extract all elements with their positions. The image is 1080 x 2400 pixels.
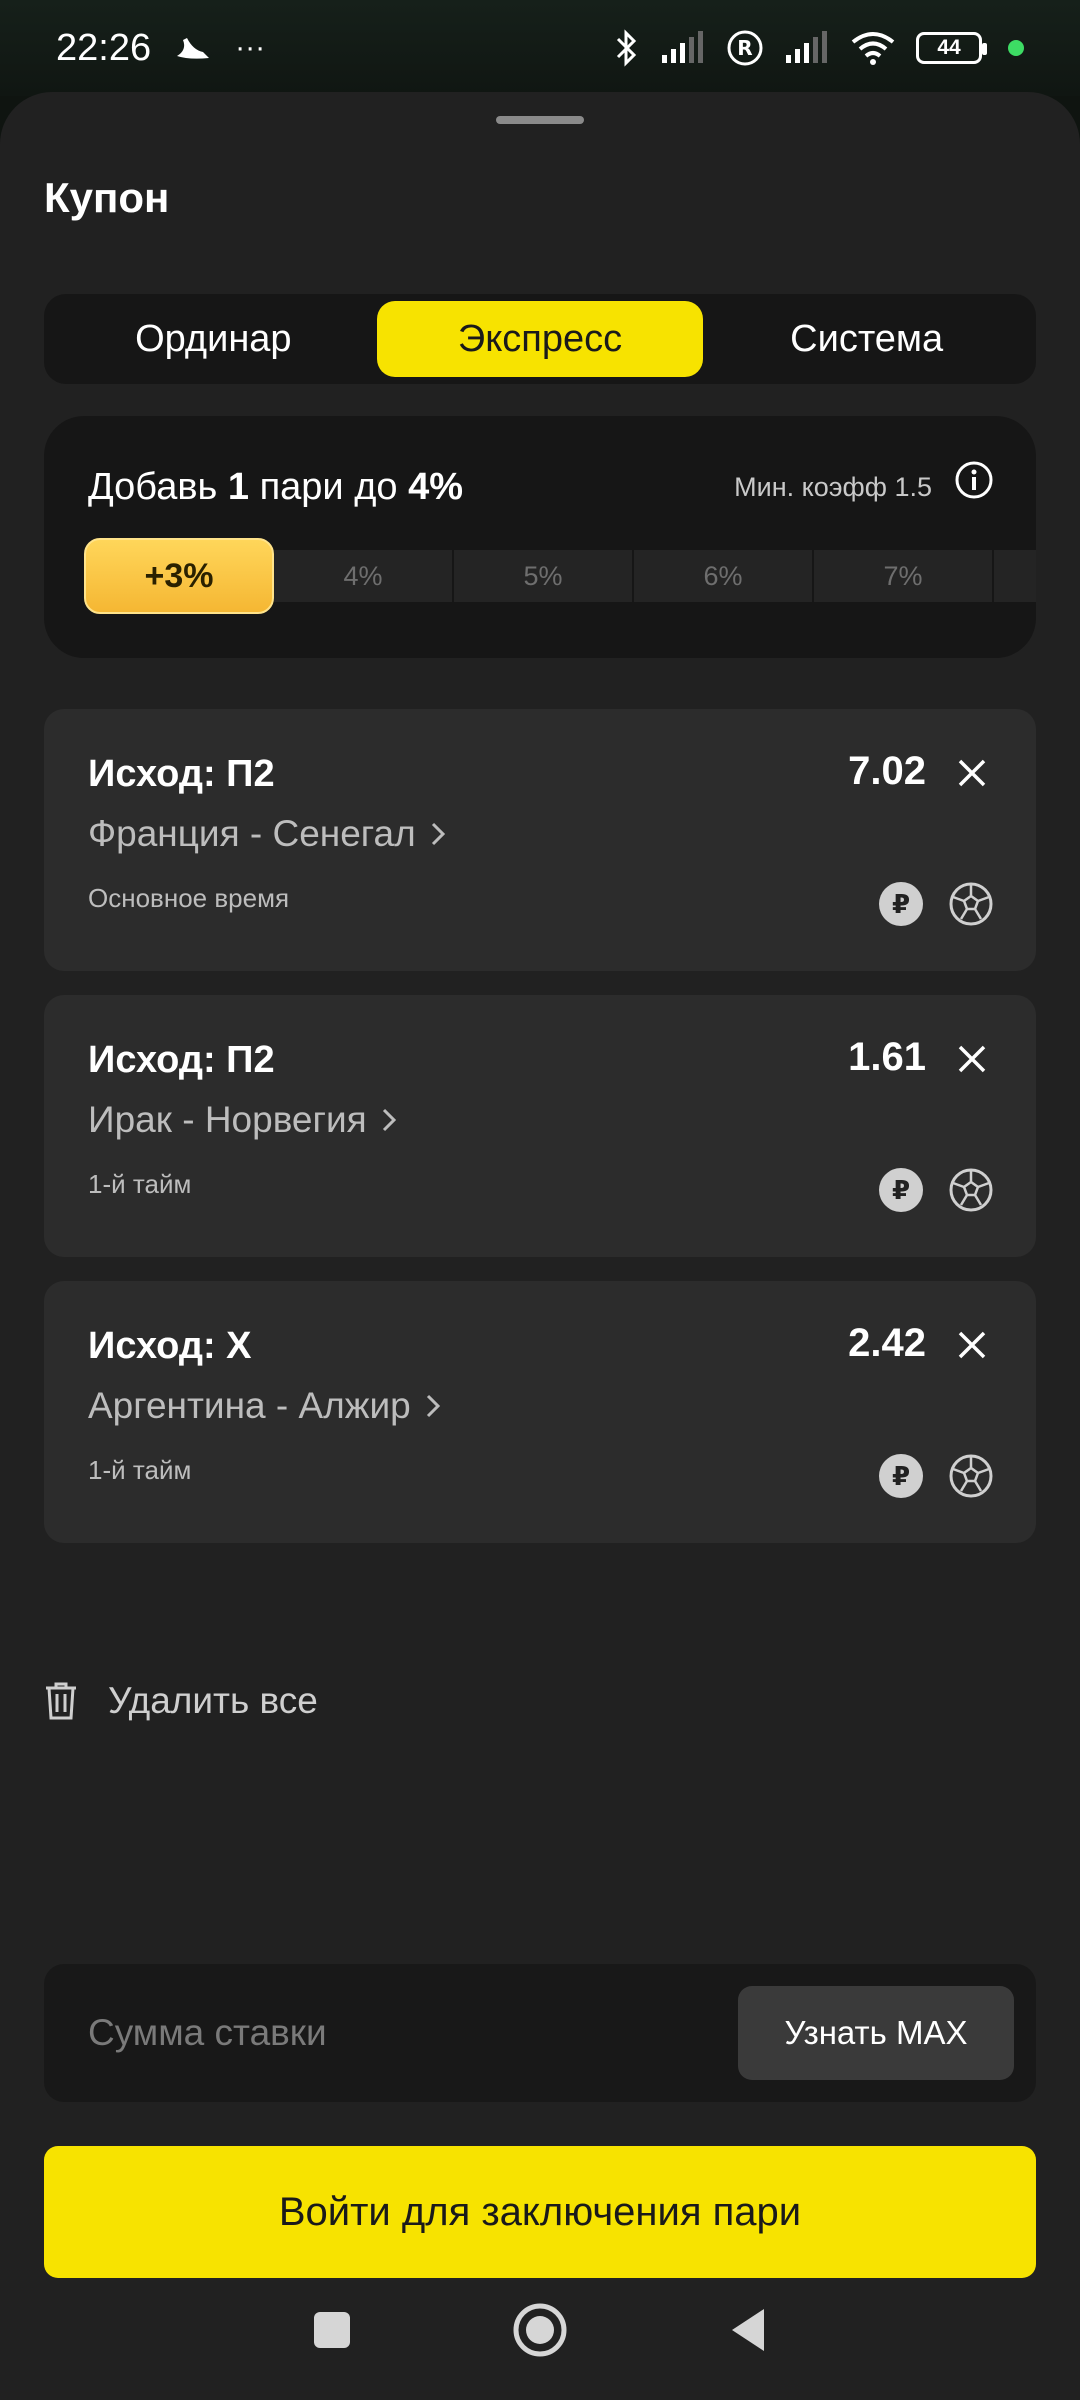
svg-text:₽: ₽ (892, 1176, 910, 1206)
back-icon[interactable] (728, 2306, 768, 2354)
trash-icon (46, 1682, 76, 1720)
bonus-title: Добавь 1 пари до 4% (88, 466, 463, 508)
bet-outcome: Исход: П2 (88, 1039, 275, 1081)
bonus-level: 6% (634, 550, 814, 602)
svg-text:R: R (737, 36, 752, 60)
ruble-icon: ₽ (879, 882, 923, 926)
bet-card: Исход: П2 Ирак - Норвегия 1-й тайм 1.61 … (44, 995, 1036, 1257)
close-icon[interactable] (956, 1329, 988, 1361)
bonus-level: 4% (274, 550, 454, 602)
bet-match-link[interactable]: Франция - Сенегал (88, 813, 446, 855)
status-bar: 22:26 ··· R 44 (0, 0, 1080, 96)
ruble-icon: ₽ (879, 1168, 923, 1212)
chevron-right-icon (431, 822, 445, 846)
chevron-right-icon (426, 1394, 440, 1418)
svg-text:₽: ₽ (892, 1462, 910, 1492)
football-icon (949, 1168, 993, 1212)
battery-icon: 44 (916, 32, 987, 64)
bluetooth-icon (616, 29, 637, 67)
match-name: Аргентина - Алжир (88, 1385, 411, 1426)
match-name: Ирак - Норвегия (88, 1099, 367, 1140)
bet-odds: 7.02 (848, 749, 926, 793)
football-icon (949, 882, 993, 926)
info-icon[interactable] (954, 460, 994, 500)
drag-handle[interactable] (496, 116, 584, 124)
more-notifications-icon: ··· (235, 31, 266, 64)
privacy-indicator-dot (1008, 40, 1024, 56)
delete-all-button[interactable]: Удалить все (44, 1680, 318, 1722)
current-bonus-badge: +3% (84, 538, 274, 614)
login-to-bet-button[interactable]: Войти для заключения пари (44, 2146, 1036, 2278)
bet-outcome: Исход: X (88, 1325, 252, 1367)
min-coef-label: Мин. коэфф 1.5 (734, 472, 932, 502)
tab-system[interactable]: Система (703, 301, 1030, 377)
bet-period: 1-й тайм (88, 1455, 192, 1485)
clock: 22:26 (56, 26, 152, 69)
stake-panel: Узнать MAX (44, 1964, 1036, 2102)
roaming-icon: R (727, 30, 763, 66)
bet-outcome: Исход: П2 (88, 753, 275, 795)
get-max-button[interactable]: Узнать MAX (738, 1986, 1014, 2080)
bet-odds: 1.61 (848, 1035, 926, 1079)
bonus-level: 5% (454, 550, 634, 602)
system-navigation-bar (0, 2280, 1080, 2380)
football-icon (949, 1454, 993, 1498)
bet-card: Исход: X Аргентина - Алжир 1-й тайм 2.42… (44, 1281, 1036, 1543)
bet-period: Основное время (88, 883, 290, 913)
svg-text:₽: ₽ (892, 890, 910, 920)
chevron-right-icon (382, 1108, 396, 1132)
close-icon[interactable] (956, 757, 988, 789)
bet-card: Исход: П2 Франция - Сенегал Основное вре… (44, 709, 1036, 971)
bonus-level: 7% (814, 550, 994, 602)
bet-period: 1-й тайм (88, 1169, 192, 1199)
coupon-title: Купон (44, 174, 170, 221)
signal-2-icon (786, 31, 827, 63)
delete-all-label: Удалить все (108, 1680, 318, 1721)
tab-single[interactable]: Ординар (50, 301, 377, 377)
stake-amount-input[interactable] (88, 1964, 688, 2102)
bet-type-tabs: Ординар Экспресс Система (44, 294, 1036, 384)
bet-match-link[interactable]: Аргентина - Алжир (88, 1385, 441, 1427)
recents-icon[interactable] (312, 2310, 352, 2350)
bet-match-link[interactable]: Ирак - Норвегия (88, 1099, 397, 1141)
bet-odds: 2.42 (848, 1321, 926, 1365)
ruble-icon: ₽ (879, 1454, 923, 1498)
express-bonus-card: Добавь 1 пари до 4% Мин. коэфф 1.5 4% 5%… (44, 416, 1036, 658)
close-icon[interactable] (956, 1043, 988, 1075)
app-notification-icon (177, 38, 210, 59)
signal-icon (662, 31, 703, 63)
tab-express[interactable]: Экспресс (376, 301, 704, 377)
coupon-sheet: Купон Ординар Экспресс Система Добавь 1 … (0, 92, 1080, 2400)
home-icon[interactable] (512, 2302, 568, 2358)
match-name: Франция - Сенегал (88, 813, 416, 854)
battery-level: 44 (937, 36, 961, 59)
wifi-icon (851, 32, 895, 65)
